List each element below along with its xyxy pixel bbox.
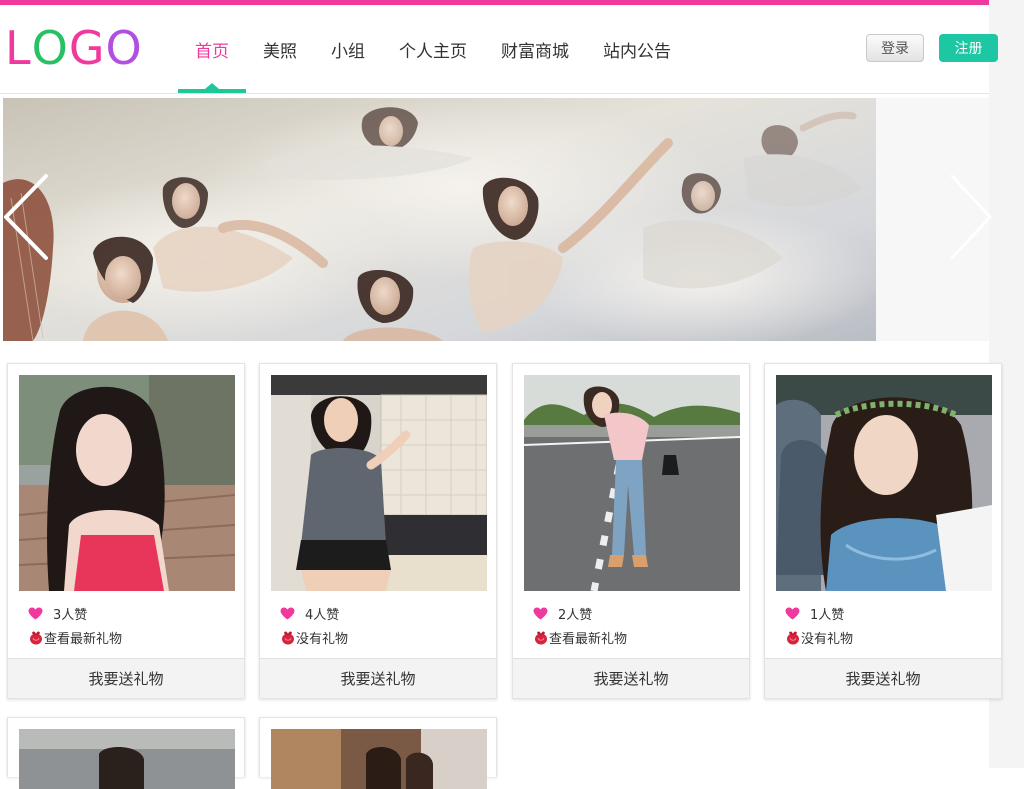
register-button[interactable]: 注册: [939, 34, 998, 62]
nav-item-groups[interactable]: 小组: [314, 5, 382, 93]
like-count-label: 2人赞: [558, 608, 593, 623]
photo-card: 2人赞 查看最新礼物 我要送礼物: [512, 363, 750, 699]
like-count-label: 1人赞: [810, 608, 845, 623]
like-count[interactable]: 4人赞: [280, 604, 339, 623]
card-photo[interactable]: [19, 729, 235, 789]
gift-status-label: 查看最新礼物: [44, 632, 123, 647]
logo-letter: O: [105, 21, 143, 75]
photo-card: 1人赞 没有礼物 我要送礼物: [764, 363, 1002, 699]
gift-icon: [787, 631, 799, 645]
banner-next-icon[interactable]: [948, 172, 994, 262]
nav-item-home[interactable]: 首页: [178, 5, 246, 93]
card-photo[interactable]: [776, 375, 992, 591]
like-count-label: 3人赞: [53, 608, 88, 623]
site-logo[interactable]: LOGO: [5, 22, 143, 74]
gift-status-label: 没有礼物: [801, 632, 854, 647]
main-nav: 首页 美照 小组 个人主页 财富商城 站内公告: [178, 5, 688, 93]
like-count[interactable]: 3人赞: [28, 604, 87, 623]
gift-icon: [282, 631, 294, 645]
send-gift-button[interactable]: 我要送礼物: [8, 658, 244, 698]
gift-status[interactable]: 没有礼物: [786, 628, 853, 647]
logo-letter: L: [5, 21, 32, 75]
gift-status[interactable]: 没有礼物: [281, 628, 348, 647]
nav-item-shop[interactable]: 财富商城: [484, 5, 586, 93]
nav-item-announcements[interactable]: 站内公告: [586, 5, 688, 93]
heart-icon: [280, 607, 295, 620]
gift-status[interactable]: 查看最新礼物: [534, 628, 627, 647]
nav-item-photos[interactable]: 美照: [246, 5, 314, 93]
heart-icon: [785, 607, 800, 620]
gift-status-label: 查看最新礼物: [549, 632, 628, 647]
card-photo[interactable]: [271, 729, 487, 789]
like-count[interactable]: 2人赞: [533, 604, 592, 623]
send-gift-button[interactable]: 我要送礼物: [765, 658, 1001, 698]
photo-card: [7, 717, 245, 789]
gift-icon: [535, 631, 547, 645]
send-gift-button[interactable]: 我要送礼物: [260, 658, 496, 698]
nav-item-profile[interactable]: 个人主页: [382, 5, 484, 93]
site-header: LOGO 首页 美照 小组 个人主页 财富商城 站内公告 登录 注册: [0, 5, 998, 94]
photo-card: [259, 717, 497, 789]
photo-card: 3人赞 查看最新礼物 我要送礼物: [7, 363, 245, 699]
like-count[interactable]: 1人赞: [785, 604, 844, 623]
like-count-label: 4人赞: [305, 608, 340, 623]
login-button[interactable]: 登录: [866, 34, 924, 62]
heart-icon: [533, 607, 548, 620]
gift-status[interactable]: 查看最新礼物: [29, 628, 122, 647]
banner-image: [3, 98, 876, 341]
card-photo[interactable]: [19, 375, 235, 591]
logo-letter: G: [68, 21, 106, 75]
gift-status-label: 没有礼物: [296, 632, 349, 647]
photo-card: 4人赞 没有礼物 我要送礼物: [259, 363, 497, 699]
send-gift-button[interactable]: 我要送礼物: [513, 658, 749, 698]
logo-letter: O: [31, 21, 69, 75]
heart-icon: [28, 607, 43, 620]
gift-icon: [30, 631, 42, 645]
card-photo[interactable]: [271, 375, 487, 591]
card-photo[interactable]: [524, 375, 740, 591]
banner-prev-icon[interactable]: [2, 172, 48, 262]
